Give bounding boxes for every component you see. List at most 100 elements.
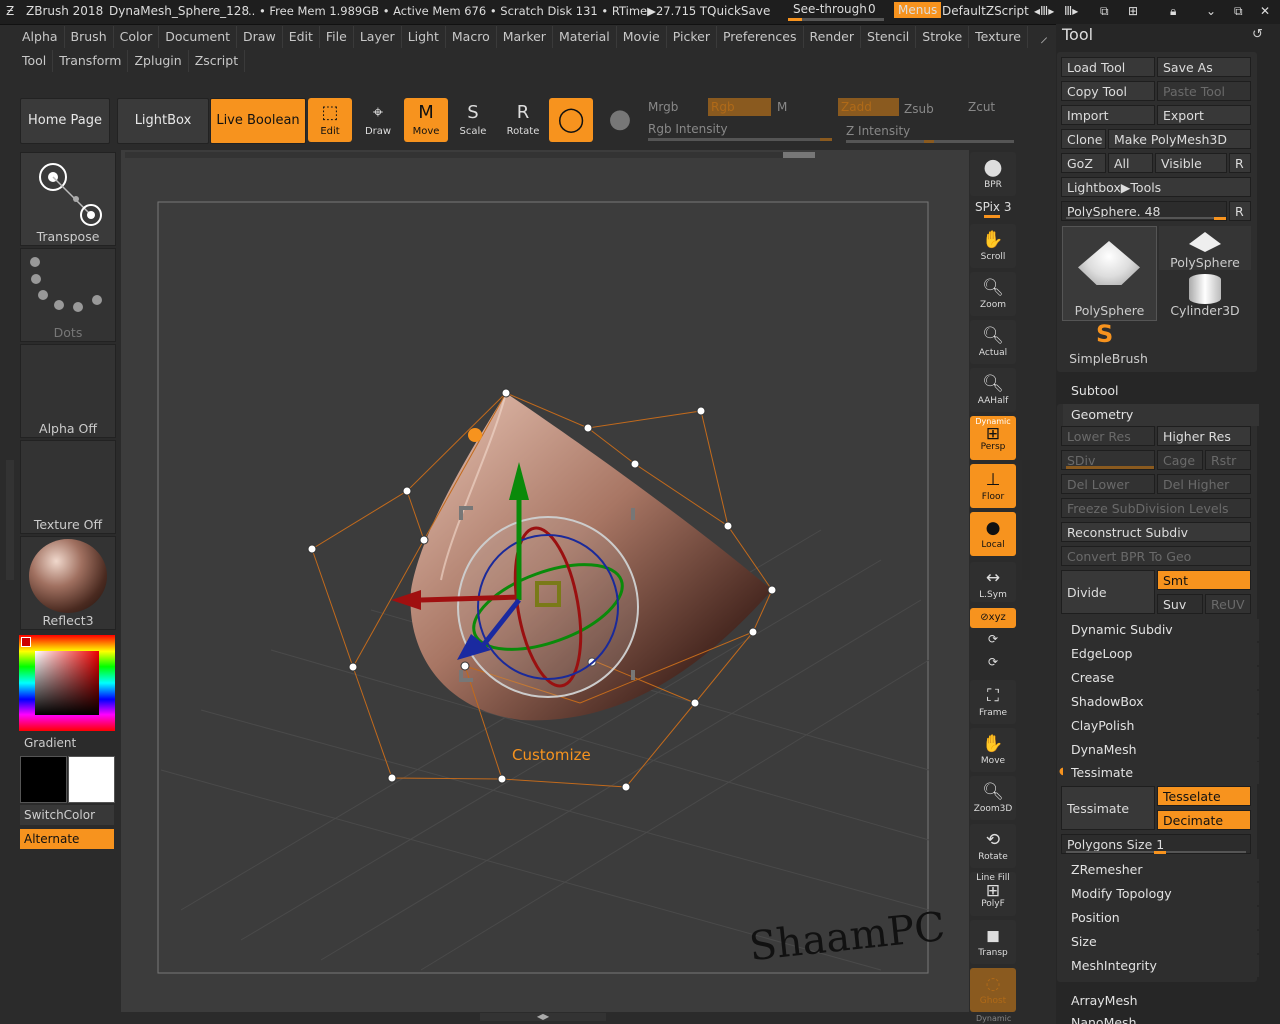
aahalf-button[interactable]: 🔍︎ AAHalf — [970, 368, 1016, 412]
y-rotate-icon[interactable]: ⟳ — [970, 632, 1016, 652]
menu-transform[interactable]: Transform — [53, 50, 129, 72]
menu-macro[interactable]: Macro — [446, 26, 497, 48]
z-intensity-slider[interactable] — [846, 140, 1014, 143]
decimate-button[interactable]: Decimate — [1157, 810, 1251, 830]
left-tray-handle[interactable] — [6, 460, 14, 580]
goz-all-button[interactable]: All — [1108, 153, 1153, 173]
right-tray-handle[interactable] — [1022, 460, 1030, 580]
section-shadowbox[interactable]: ShadowBox — [1063, 691, 1259, 713]
texture-thumb[interactable]: Texture Off — [20, 440, 116, 534]
zsub-button[interactable]: Zsub — [904, 102, 934, 116]
cylinder3d-thumb[interactable]: Cylinder3D — [1159, 272, 1251, 318]
restore-icon[interactable]: ⧉ — [1100, 4, 1109, 19]
divide-button[interactable]: Divide — [1061, 570, 1155, 614]
goz-button[interactable]: GoZ — [1061, 153, 1106, 173]
section-dynamesh[interactable]: DynaMesh — [1063, 739, 1259, 761]
actual-button[interactable]: 🔍︎ Actual — [970, 320, 1016, 364]
polyf-button[interactable]: Line Fill ⊞ PolyF — [970, 872, 1016, 916]
move-button[interactable]: M Move — [404, 98, 448, 142]
freeze-subdiv-button[interactable]: Freeze SubDivision Levels — [1061, 498, 1251, 518]
tessimate-button[interactable]: Tessimate — [1061, 786, 1155, 830]
section-size[interactable]: Size — [1063, 931, 1259, 953]
menu-stroke[interactable]: Stroke — [916, 26, 970, 48]
subtool-section[interactable]: Subtool — [1063, 380, 1259, 402]
lightbox-tools-button[interactable]: Lightbox▶Tools — [1061, 177, 1251, 197]
color-picker[interactable] — [19, 635, 115, 731]
menu-layer[interactable]: Layer — [354, 26, 402, 48]
load-tool-button[interactable]: Load Tool — [1061, 57, 1155, 77]
edit-button[interactable]: ⬚ Edit — [308, 98, 352, 142]
menu-zscript[interactable]: Zscript — [189, 50, 246, 72]
goz-visible-button[interactable]: Visible — [1155, 153, 1227, 173]
arraymesh-section[interactable]: ArrayMesh — [1063, 990, 1259, 1012]
frame-button[interactable]: ⛶ Frame — [970, 680, 1016, 724]
geometry-section[interactable]: Geometry — [1063, 404, 1259, 426]
save-as-button[interactable]: Save As — [1157, 57, 1251, 77]
rgb-button[interactable]: Rgb — [708, 98, 771, 116]
smt-toggle[interactable]: Smt — [1157, 570, 1251, 590]
tesselate-button[interactable]: Tesselate — [1157, 786, 1251, 806]
live-boolean-button[interactable]: Live Boolean — [210, 98, 306, 144]
make-polymesh-button[interactable]: Make PolyMesh3D — [1108, 129, 1251, 149]
xyz-button[interactable]: ⊘xyz — [970, 608, 1016, 628]
floor-button[interactable]: ⊥ Floor — [970, 464, 1016, 508]
m-button[interactable]: M — [777, 100, 787, 114]
viewport[interactable]: Customize ShaamPC — [121, 150, 969, 1012]
zoom3d-button[interactable]: 🔍︎ Zoom3D — [970, 776, 1016, 820]
copy-tool-button[interactable]: Copy Tool — [1061, 81, 1155, 101]
quicksave-button[interactable]: QuickSave — [707, 4, 770, 18]
menu-brush[interactable]: Brush — [65, 26, 114, 48]
minimize-icon[interactable]: ⌄ — [1206, 4, 1216, 18]
see-through-slider[interactable] — [788, 18, 884, 21]
move-view-button[interactable]: ✋ Move — [970, 728, 1016, 772]
layout2-icon[interactable]: Ⅲ▸ — [1064, 4, 1078, 18]
menu-light[interactable]: Light — [402, 26, 446, 48]
reuv-button[interactable]: ReUV — [1205, 594, 1251, 614]
tool-palette-title[interactable]: Tool — [1062, 25, 1093, 44]
default-zscript-button[interactable]: DefaultZScript — [942, 4, 1029, 18]
menu-zplugin[interactable]: Zplugin — [128, 50, 189, 72]
menu-tool[interactable]: Tool — [16, 50, 54, 72]
maximize-icon[interactable]: ⧉ — [1234, 4, 1243, 19]
gradient-label[interactable]: Gradient — [24, 736, 76, 750]
persp-button[interactable]: Dynamic ⊞ Persp — [970, 416, 1016, 460]
convert-bpr-button[interactable]: Convert BPR To Geo — [1061, 546, 1251, 566]
simplebrush-thumb[interactable]: S SimpleBrush — [1062, 320, 1155, 366]
switchcolor-button[interactable]: SwitchColor — [20, 805, 114, 825]
material-thumb[interactable]: Reflect3 — [20, 536, 116, 630]
menu-edit[interactable]: Edit — [283, 26, 320, 48]
zoom-button[interactable]: 🔍︎ Zoom — [970, 272, 1016, 316]
paste-tool-button[interactable]: Paste Tool — [1157, 81, 1251, 101]
spix-slider[interactable]: SPix 3 — [975, 200, 1011, 214]
ghost-button[interactable]: ◌ Ghost — [970, 968, 1016, 1012]
lower-res-button[interactable]: Lower Res — [1061, 426, 1155, 446]
reconstruct-subdiv-button[interactable]: Reconstruct Subdiv — [1061, 522, 1251, 542]
menu-color[interactable]: Color — [114, 26, 160, 48]
layout-icon[interactable]: ◂Ⅲ▸ — [1034, 4, 1054, 18]
zcut-button[interactable]: Zcut — [968, 100, 995, 114]
material-swatch[interactable]: ● — [598, 98, 642, 142]
menu-picker[interactable]: Picker — [667, 26, 717, 48]
section-claypolish[interactable]: ClayPolish — [1063, 715, 1259, 737]
del-higher-button[interactable]: Del Higher — [1157, 474, 1251, 494]
gizmo-toggle[interactable]: ◯ — [549, 98, 593, 142]
lock-icon[interactable]: 🔒︎ — [1170, 4, 1176, 19]
lightbox-button[interactable]: LightBox — [117, 98, 209, 144]
menu-file[interactable]: File — [320, 26, 354, 48]
polysphere-r-button[interactable]: R — [1229, 201, 1251, 221]
section-zremesher[interactable]: ZRemesher — [1063, 859, 1259, 881]
scale-button[interactable]: S Scale — [451, 98, 495, 142]
stroke-dots-thumb[interactable]: Dots — [20, 248, 116, 342]
menu-render[interactable]: Render — [804, 26, 862, 48]
bottom-tray-handle[interactable]: ◀▶ — [480, 1013, 606, 1021]
section-crease[interactable]: Crease — [1063, 667, 1259, 689]
zadd-button[interactable]: Zadd — [838, 98, 899, 116]
menu-texture[interactable]: Texture — [969, 26, 1028, 48]
rotate-button[interactable]: R Rotate — [501, 98, 545, 142]
mrgb-button[interactable]: Mrgb — [648, 100, 678, 114]
section-meshintegrity[interactable]: MeshIntegrity — [1063, 955, 1259, 977]
lsym-button[interactable]: ↔ L.Sym — [970, 562, 1016, 602]
section-position[interactable]: Position — [1063, 907, 1259, 929]
secondary-color[interactable] — [20, 756, 67, 803]
polysphere-thumb[interactable]: PolySphere — [1159, 226, 1251, 270]
